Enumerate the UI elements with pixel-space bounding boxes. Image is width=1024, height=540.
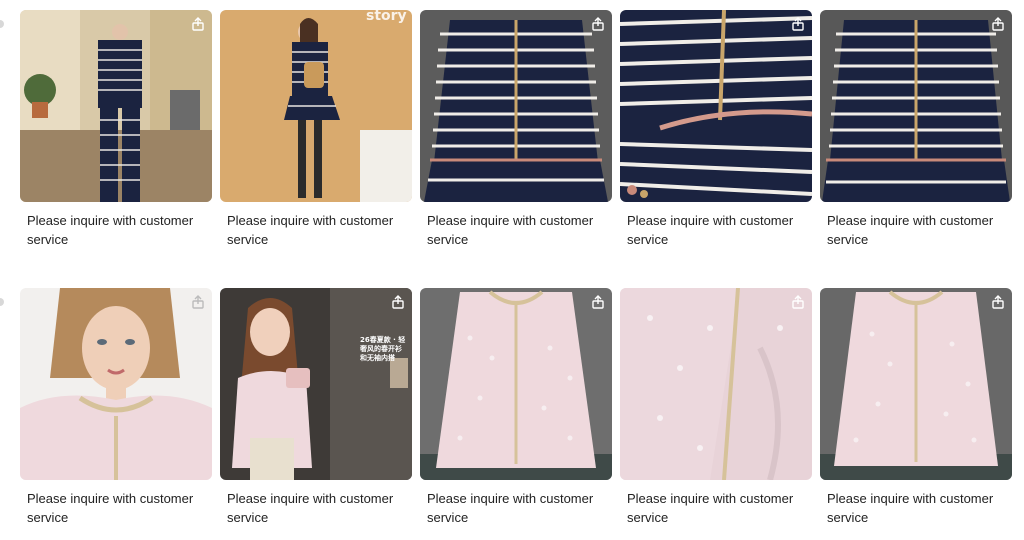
product-card[interactable]: 26春夏款 · 轻奢风的春开衫和无袖内搭 Please inquire with… (220, 288, 412, 527)
studio-photo (220, 10, 412, 202)
product-caption: Please inquire with customer service (827, 491, 994, 525)
cardigan-flat-photo (820, 10, 1012, 202)
model-portrait-photo (20, 288, 212, 480)
watermark-text: story (366, 10, 407, 24)
cardigan-flat-photo (420, 10, 612, 202)
share-icon[interactable] (590, 16, 606, 32)
product-caption: Please inquire with customer service (627, 213, 794, 247)
pink-cardigan-detail-photo (620, 288, 812, 480)
product-caption: Please inquire with customer service (627, 491, 794, 525)
product-card[interactable]: story Please inquire with customer servi… (220, 10, 412, 249)
product-card[interactable]: Please inquire with customer service (820, 10, 1012, 249)
product-caption: Please inquire with customer service (827, 213, 994, 247)
product-caption: Please inquire with customer service (427, 491, 594, 525)
product-caption: Please inquire with customer service (27, 491, 194, 525)
product-caption: Please inquire with customer service (227, 491, 394, 525)
share-icon[interactable] (790, 16, 806, 32)
runway-photo (20, 10, 212, 202)
product-caption: Please inquire with customer service (427, 213, 594, 247)
product-image[interactable]: 26春夏款 · 轻奢风的春开衫和无袖内搭 (220, 288, 412, 480)
elevator-selfie-photo (220, 288, 412, 480)
product-card[interactable]: Please inquire with customer service (20, 10, 212, 249)
scroll-hint-left (0, 298, 4, 306)
product-image[interactable] (820, 288, 1012, 480)
product-card[interactable]: Please inquire with customer service (20, 288, 212, 527)
product-image[interactable] (620, 288, 812, 480)
product-card[interactable]: Please inquire with customer service (820, 288, 1012, 527)
share-icon[interactable] (990, 16, 1006, 32)
product-image[interactable] (420, 288, 612, 480)
product-image[interactable] (820, 10, 1012, 202)
share-icon[interactable] (190, 16, 206, 32)
share-icon[interactable] (590, 294, 606, 310)
cardigan-detail-photo (620, 10, 812, 202)
share-icon[interactable] (990, 294, 1006, 310)
product-image[interactable] (420, 10, 612, 202)
product-card[interactable]: Please inquire with customer service (620, 10, 812, 249)
overlay-caption: 26春夏款 · 轻奢风的春开衫和无袖内搭 (360, 336, 406, 362)
scroll-hint-left (0, 20, 4, 28)
share-icon[interactable] (190, 294, 206, 310)
pink-cardigan-hanger-photo (820, 288, 1012, 480)
product-image[interactable] (20, 10, 212, 202)
product-image[interactable]: story (220, 10, 412, 202)
share-icon[interactable] (390, 294, 406, 310)
pink-cardigan-hanger-photo (420, 288, 612, 480)
product-caption: Please inquire with customer service (227, 213, 394, 247)
product-caption: Please inquire with customer service (27, 213, 194, 247)
product-grid: Please inquire with customer service sto… (0, 0, 1024, 540)
product-card[interactable]: Please inquire with customer service (420, 10, 612, 249)
product-card[interactable]: Please inquire with customer service (420, 288, 612, 527)
product-card[interactable]: Please inquire with customer service (620, 288, 812, 527)
product-image[interactable] (620, 10, 812, 202)
share-icon[interactable] (790, 294, 806, 310)
product-image[interactable] (20, 288, 212, 480)
